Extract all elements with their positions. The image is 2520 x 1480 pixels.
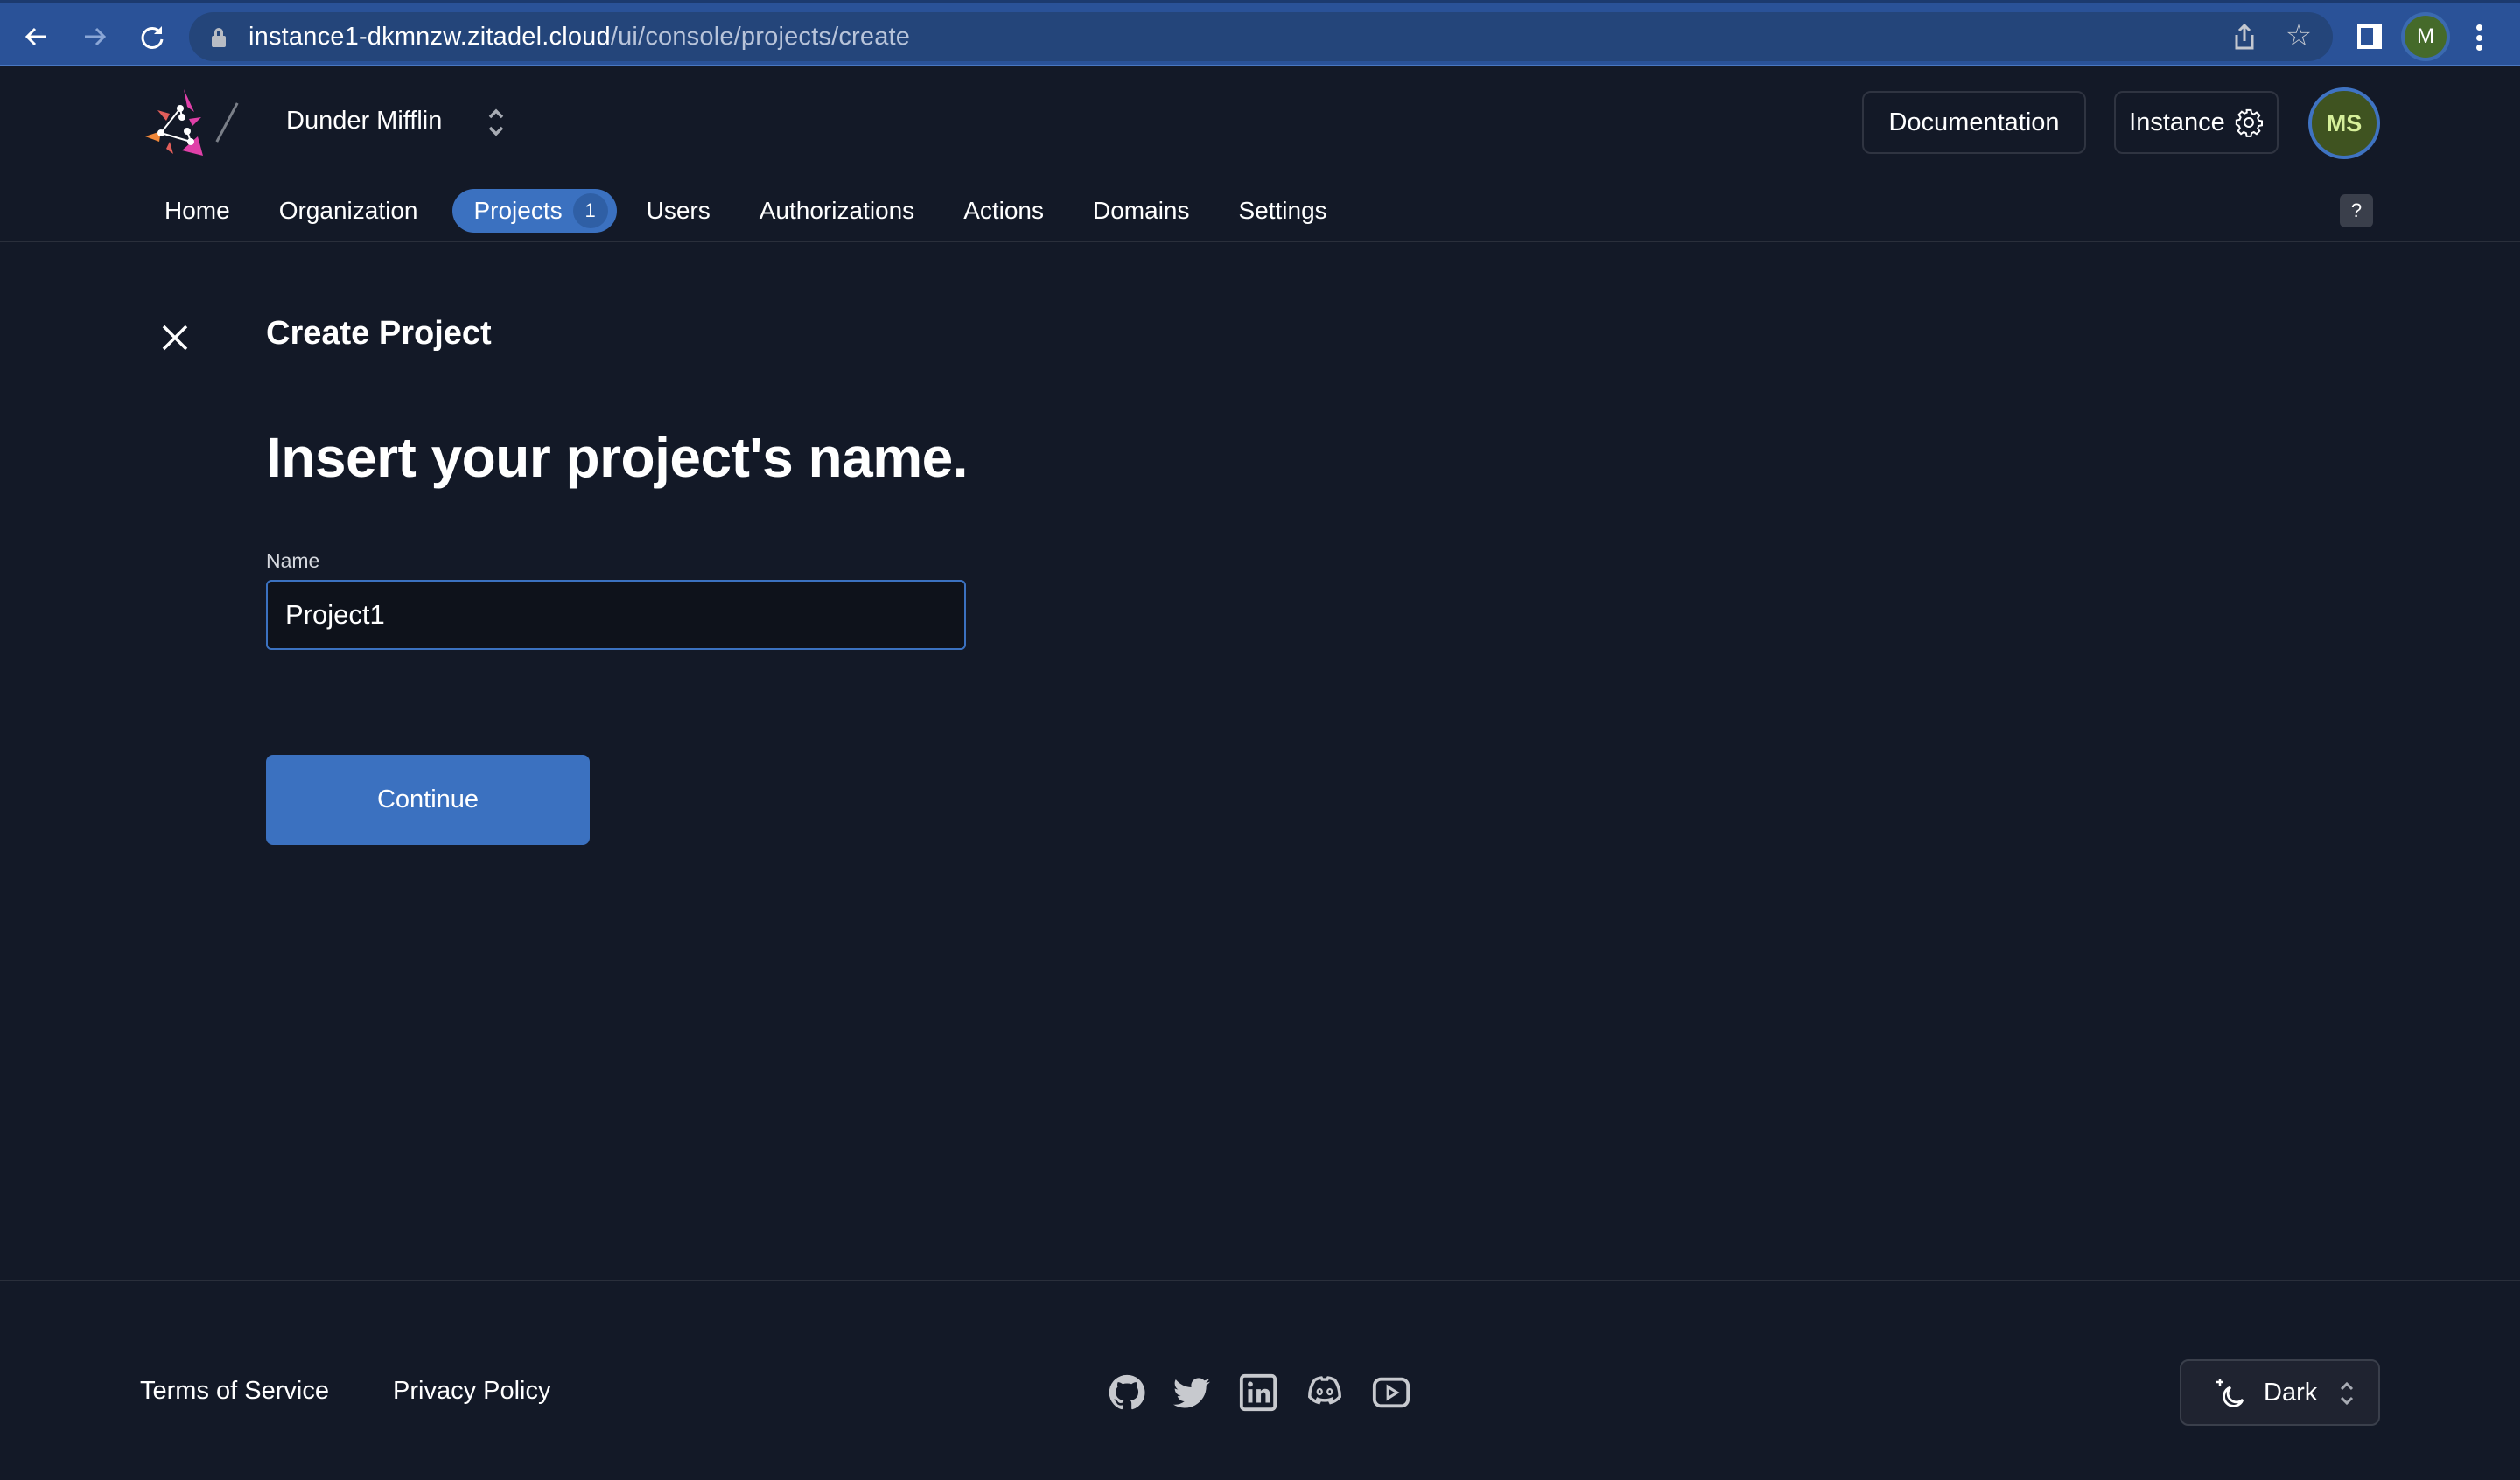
url-path: /ui/console/projects/create (610, 23, 911, 51)
forward-icon[interactable] (79, 21, 110, 52)
url-text[interactable]: instance1-dkmnzw.zitadel.cloud/ui/consol… (248, 23, 910, 51)
github-icon[interactable] (1106, 1372, 1148, 1414)
project-name-input[interactable] (266, 580, 966, 650)
nav-divider (0, 241, 2520, 242)
browser-menu-icon[interactable] (2474, 24, 2483, 51)
bookmark-star-icon[interactable]: ☆ (2284, 21, 2314, 51)
user-avatar[interactable]: MS (2308, 87, 2380, 159)
step-heading: Insert your project's name. (266, 426, 968, 489)
org-name[interactable]: Dunder Mifflin (286, 107, 442, 136)
browser-profile-button[interactable]: M (2401, 12, 2450, 61)
share-icon[interactable] (2231, 23, 2258, 51)
side-panel-icon[interactable] (2357, 24, 2382, 49)
theme-label: Dark (2264, 1379, 2318, 1407)
linkedin-icon[interactable] (1237, 1372, 1279, 1414)
org-switcher-chevrons-icon[interactable] (486, 107, 506, 138)
documentation-button[interactable]: Documentation (1862, 91, 2086, 154)
moon-icon (2216, 1379, 2244, 1407)
nav-domains[interactable]: Domains (1079, 189, 1203, 233)
browser-toolbar: instance1-dkmnzw.zitadel.cloud/ui/consol… (0, 0, 2520, 66)
nav-authorizations[interactable]: Authorizations (746, 189, 928, 233)
gear-icon (2235, 108, 2263, 137)
youtube-icon[interactable] (1370, 1372, 1412, 1414)
nav-settings[interactable]: Settings (1225, 189, 1341, 233)
nav-home[interactable]: Home (150, 189, 244, 233)
footer-divider (0, 1280, 2520, 1281)
page-title: Create Project (266, 315, 492, 352)
lock-icon (212, 28, 226, 47)
discord-icon[interactable] (1304, 1372, 1346, 1414)
breadcrumb-separator (215, 102, 239, 143)
instance-button[interactable]: Instance (2114, 91, 2278, 154)
zitadel-logo[interactable] (140, 87, 212, 159)
reload-icon[interactable] (136, 21, 168, 52)
theme-select[interactable]: Dark (2180, 1359, 2380, 1426)
back-icon[interactable] (21, 21, 52, 52)
address-bar[interactable]: instance1-dkmnzw.zitadel.cloud/ui/consol… (189, 12, 2333, 61)
nav-projects[interactable]: Projects 1 (452, 189, 617, 233)
nav-users[interactable]: Users (633, 189, 724, 233)
url-host: instance1-dkmnzw.zitadel.cloud (248, 23, 611, 51)
continue-button[interactable]: Continue (266, 755, 590, 845)
instance-label: Instance (2129, 108, 2225, 136)
nav-actions[interactable]: Actions (949, 189, 1058, 233)
chevrons-up-down-icon (2340, 1381, 2354, 1406)
main-nav: Home Organization Projects 1 Users Autho… (150, 189, 1362, 233)
privacy-policy-link[interactable]: Privacy Policy (393, 1377, 551, 1406)
projects-count-badge: 1 (572, 193, 608, 228)
browser-profile-initial: M (2404, 16, 2446, 58)
twitter-icon[interactable] (1171, 1372, 1213, 1414)
help-button[interactable]: ? (2340, 194, 2373, 227)
name-field-label: Name (266, 549, 320, 572)
terms-of-service-link[interactable]: Terms of Service (140, 1377, 329, 1406)
nav-projects-label: Projects (473, 197, 563, 224)
nav-organization[interactable]: Organization (265, 189, 432, 233)
close-icon[interactable] (159, 322, 191, 353)
